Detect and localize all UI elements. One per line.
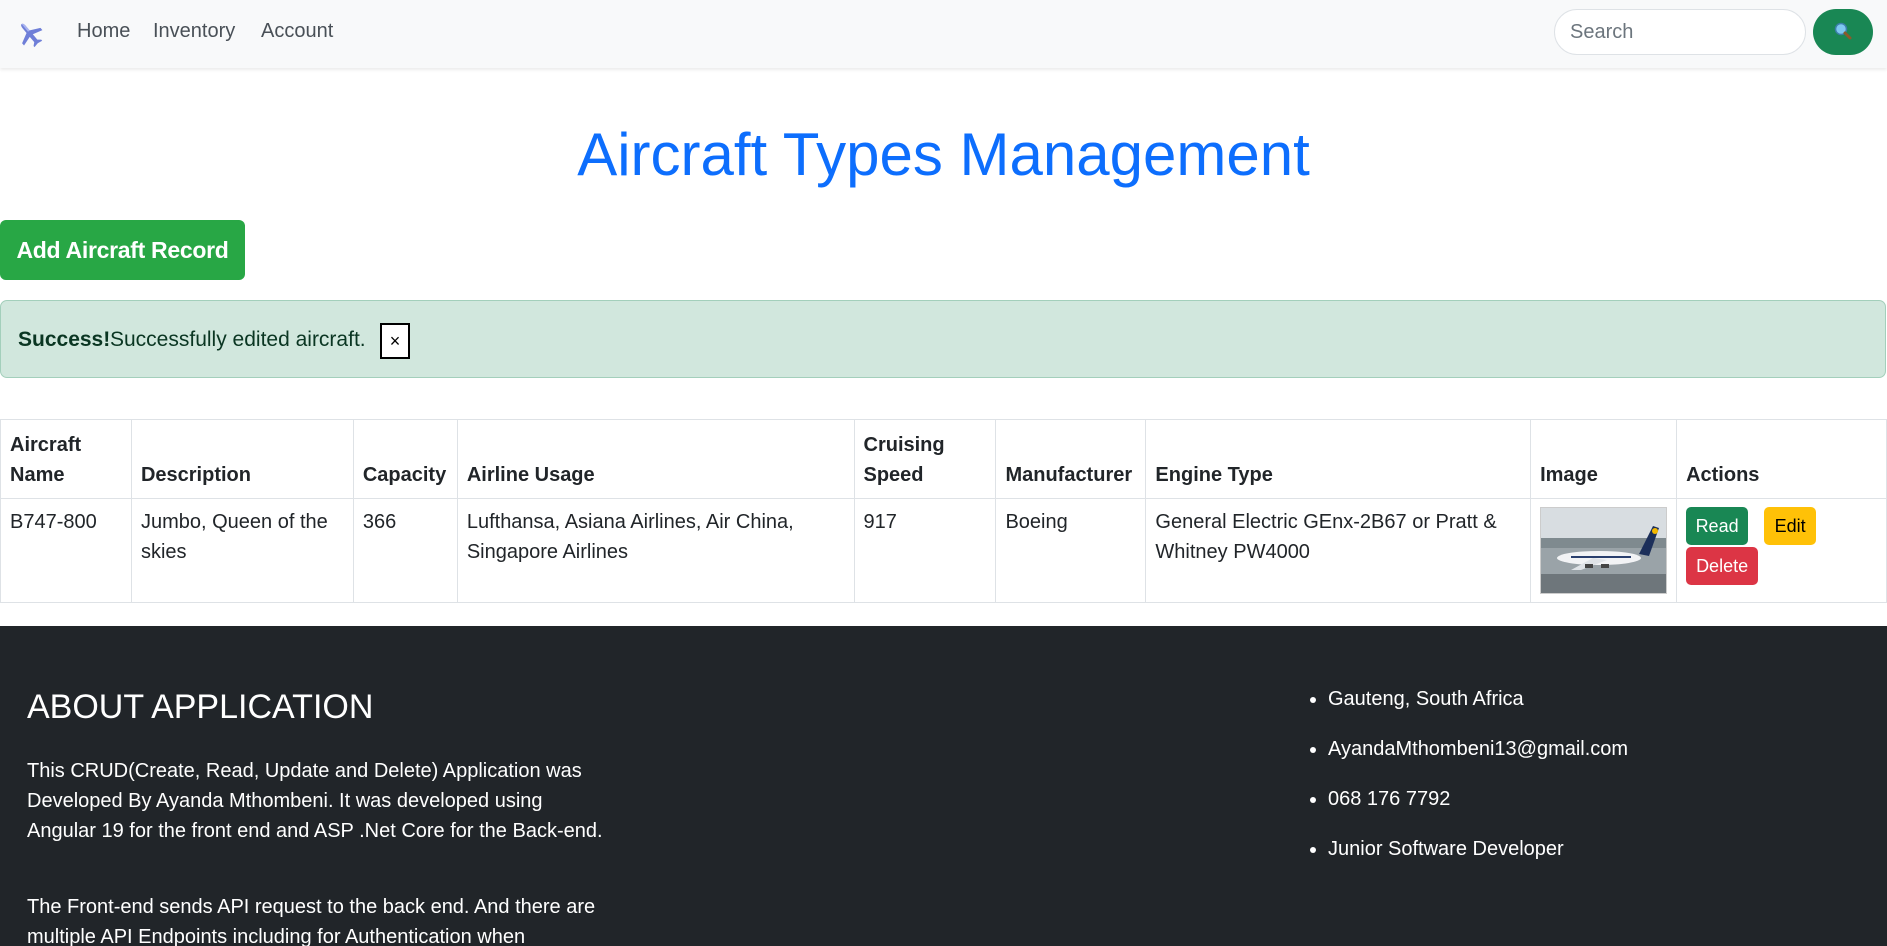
search-button[interactable] (1813, 9, 1873, 55)
header-manufacturer: Manufacturer (995, 419, 1147, 499)
nav-account-link[interactable]: Account (261, 20, 333, 43)
nav-home-link[interactable]: Home (77, 20, 130, 43)
header-aircraft-name: Aircraft Name (0, 419, 132, 499)
header-capacity: Capacity (352, 419, 458, 499)
delete-button[interactable]: Delete (1686, 547, 1759, 585)
alert-close-button[interactable]: × (380, 323, 410, 359)
about-paragraph: This CRUD(Create, Read, Update and Delet… (27, 760, 603, 842)
navbar: Home Inventory Account (0, 0, 1887, 68)
table-row: B747-800 Jumbo, Queen of the skies 366 L… (0, 498, 1887, 603)
cell-manufacturer: Boeing (995, 498, 1147, 603)
magnifier-icon (1833, 21, 1853, 44)
header-cruising-speed: Cruising Speed (853, 419, 997, 499)
table-header-row: Aircraft Name Description Capacity Airlin… (0, 419, 1887, 499)
cell-description: Jumbo, Queen of the skies (130, 498, 354, 603)
add-aircraft-button[interactable]: Add Aircraft Record (0, 220, 245, 280)
contact-email: AyandaMthombeni13@gmail.com (1328, 734, 1628, 784)
airplane-icon[interactable] (14, 18, 46, 50)
cell-image (1530, 498, 1678, 603)
about-paragraph-2: The Front-end sends API request to the b… (27, 896, 596, 946)
footer: ABOUT APPLICATION This CRUD(Create, Read… (0, 626, 1887, 946)
alert-message: Successfully edited aircraft. (110, 328, 366, 351)
read-button[interactable]: Read (1686, 507, 1749, 545)
cell-engine-type: General Electric GEnx-2B67 or Pratt & Wh… (1145, 498, 1532, 603)
aircraft-image (1540, 507, 1668, 594)
page-title: Aircraft Types Management (577, 121, 1310, 188)
cell-airline-usage: Lufthansa, Asiana Airlines, Air China, S… (456, 498, 855, 603)
search-input[interactable] (1554, 9, 1806, 55)
alert-strong-text: Success! (18, 328, 111, 351)
header-image: Image (1530, 419, 1678, 499)
aircraft-table: Aircraft Name Description Capacity Airlin… (0, 419, 1887, 603)
cell-capacity: 366 (352, 498, 458, 603)
contact-role: Junior Software Developer (1328, 834, 1628, 884)
contact-location: Gauteng, South Africa (1328, 684, 1628, 734)
header-engine-type: Engine Type (1145, 419, 1532, 499)
cell-actions: Read Edit Delete (1676, 498, 1887, 603)
header-actions: Actions (1676, 419, 1887, 499)
nav-inventory-link[interactable]: Inventory (153, 20, 235, 43)
header-airline-usage: Airline Usage (456, 419, 855, 499)
edit-button[interactable]: Edit (1764, 507, 1817, 545)
contact-phone: 068 176 7792 (1328, 784, 1628, 834)
success-alert: Success! Successfully edited aircraft. × (0, 300, 1886, 378)
cell-cruising-speed: 917 (853, 498, 997, 603)
contact-list: Gauteng, South Africa AyandaMthombeni13@… (1300, 684, 1628, 884)
about-title: ABOUT APPLICATION (27, 688, 374, 726)
header-description: Description (130, 419, 354, 499)
cell-aircraft-name: B747-800 (0, 498, 132, 603)
